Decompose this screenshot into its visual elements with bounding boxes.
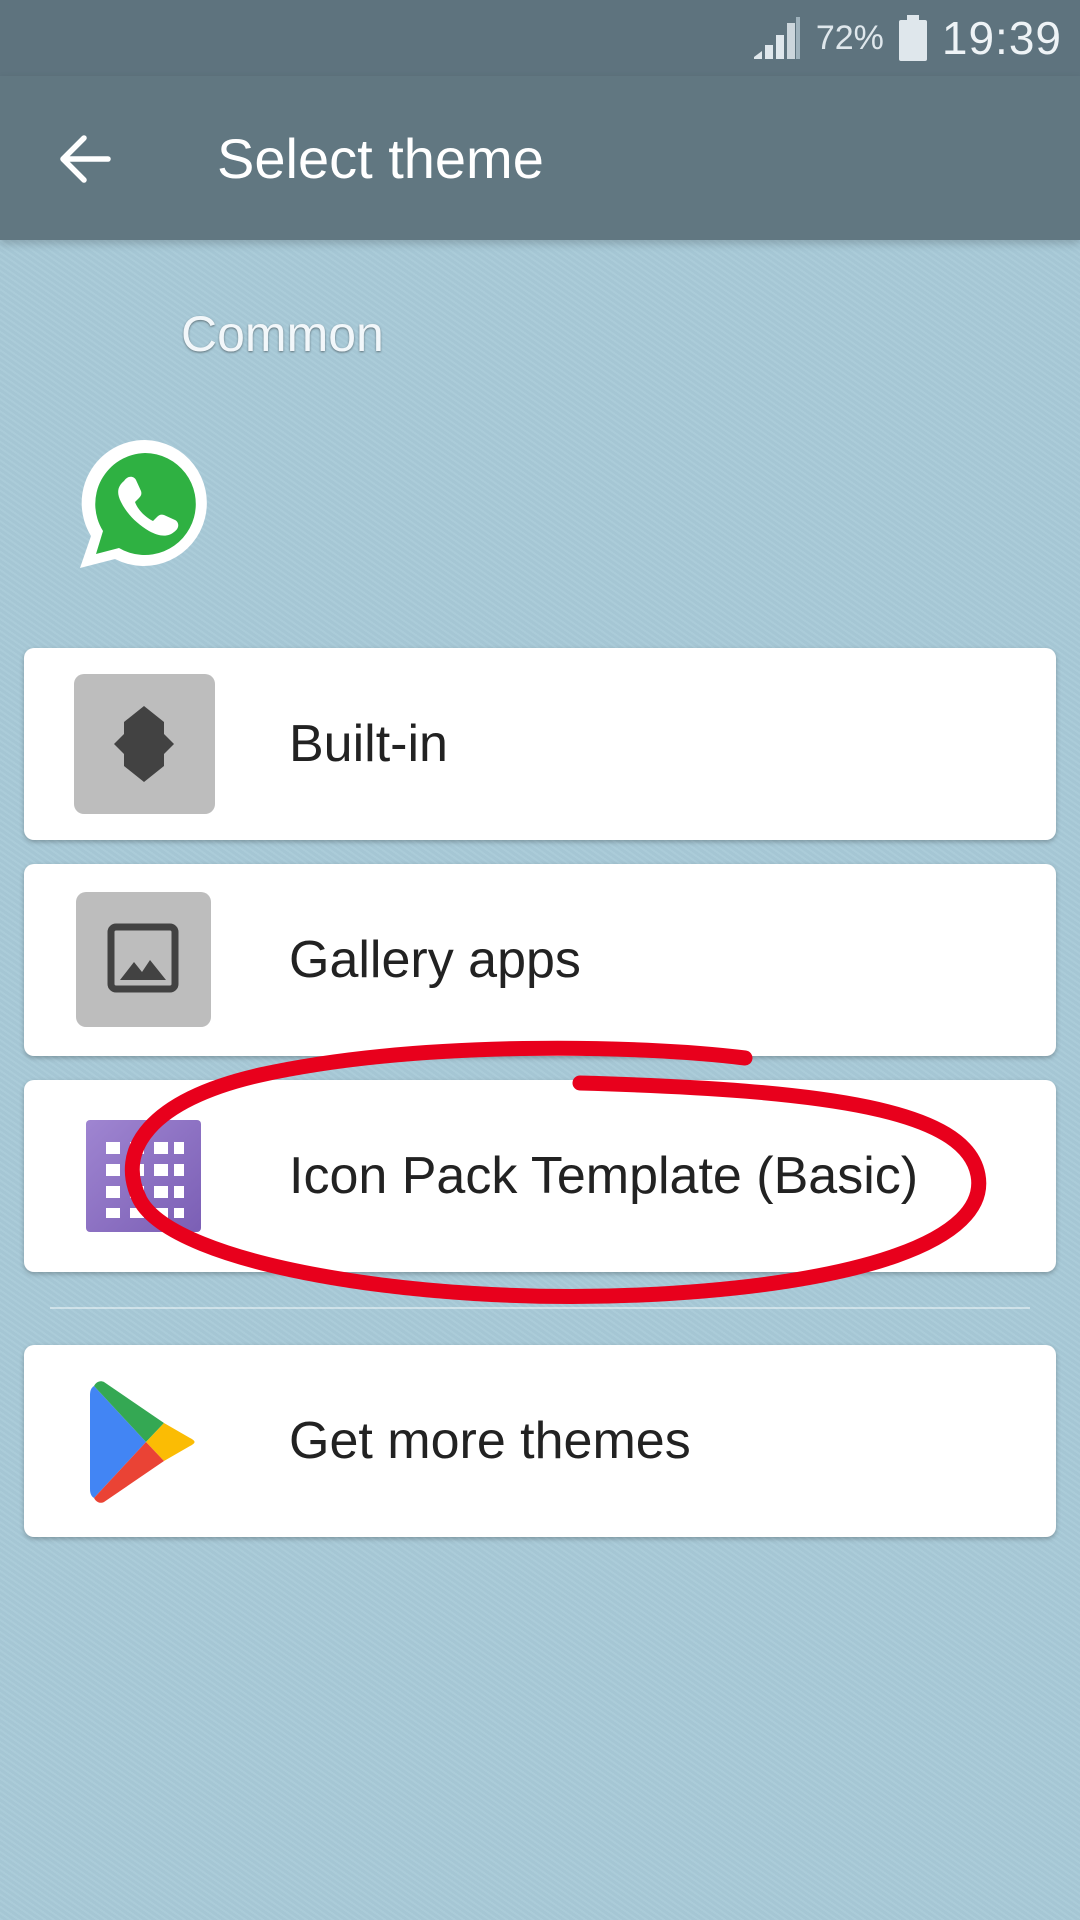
divider xyxy=(50,1307,1030,1309)
icon-pack-grid-icon xyxy=(86,1120,201,1232)
battery-percent: 72% xyxy=(815,18,884,57)
back-button[interactable] xyxy=(40,114,130,204)
arrow-left-icon xyxy=(60,135,111,183)
builtin-theme-icon xyxy=(74,674,215,814)
status-bar: 72% 19:39 xyxy=(0,0,1080,76)
page-title: Select theme xyxy=(217,127,544,190)
gallery-icon xyxy=(76,892,211,1027)
status-icons: 72% 19:39 xyxy=(752,10,1062,66)
app-bar: Select theme xyxy=(0,76,1080,240)
theme-item-label: Built-in xyxy=(289,715,448,773)
get-more-themes-label: Get more themes xyxy=(289,1412,691,1470)
signal-icon xyxy=(752,15,802,61)
theme-item-built-in[interactable]: Built-in xyxy=(24,648,1056,840)
get-more-themes-button[interactable]: Get more themes xyxy=(24,1345,1056,1537)
battery-icon xyxy=(898,14,928,62)
play-store-icon xyxy=(86,1378,206,1506)
theme-item-label: Icon Pack Template (Basic) xyxy=(289,1147,919,1205)
theme-item-label: Gallery apps xyxy=(289,931,581,989)
clock: 19:39 xyxy=(941,12,1062,64)
section-label: Common xyxy=(181,306,384,362)
theme-item-gallery-apps[interactable]: Gallery apps xyxy=(24,864,1056,1056)
theme-item-icon-pack-template[interactable]: Icon Pack Template (Basic) xyxy=(24,1080,1056,1272)
whatsapp-icon xyxy=(75,435,215,575)
